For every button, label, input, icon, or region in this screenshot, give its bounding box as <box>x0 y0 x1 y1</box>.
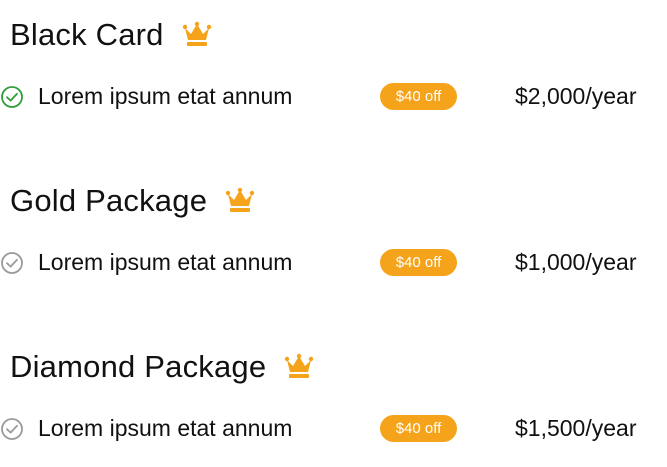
price-label: $1,500/year <box>515 415 637 441</box>
feature-label: Lorem ipsum etat annum <box>38 249 293 275</box>
feature-row: Lorem ipsum etat annum $40 off $2,000/ye… <box>0 79 667 113</box>
crown-icon <box>284 353 314 379</box>
plan-diamond-package[interactable]: Diamond Package Lorem ipsum etat annum $… <box>0 347 667 467</box>
plan-gold-package[interactable]: Gold Package Lorem ipsum etat annum $40 … <box>0 181 667 301</box>
discount-badge: $40 off <box>380 249 457 276</box>
plan-black-card[interactable]: Black Card Lorem ipsum etat annum $40 of… <box>0 15 667 135</box>
feature-row: Lorem ipsum etat annum $40 off $1,000/ye… <box>0 245 667 279</box>
crown-icon <box>225 187 255 213</box>
discount-badge: $40 off <box>380 415 457 442</box>
plan-header: Gold Package <box>10 181 255 221</box>
check-circle-icon <box>0 251 24 275</box>
discount-badge: $40 off <box>380 83 457 110</box>
price-label: $1,000/year <box>515 249 637 275</box>
price-label: $2,000/year <box>515 83 637 109</box>
plan-title: Diamond Package <box>10 349 267 384</box>
plan-title: Black Card <box>10 17 164 52</box>
crown-icon <box>182 21 212 47</box>
check-circle-icon <box>0 85 24 109</box>
plan-header: Black Card <box>10 15 212 55</box>
plan-title: Gold Package <box>10 183 208 218</box>
feature-label: Lorem ipsum etat annum <box>38 415 293 441</box>
feature-label: Lorem ipsum etat annum <box>38 83 293 109</box>
check-circle-icon <box>0 417 24 441</box>
feature-row: Lorem ipsum etat annum $40 off $1,500/ye… <box>0 411 667 445</box>
plan-header: Diamond Package <box>10 347 314 387</box>
